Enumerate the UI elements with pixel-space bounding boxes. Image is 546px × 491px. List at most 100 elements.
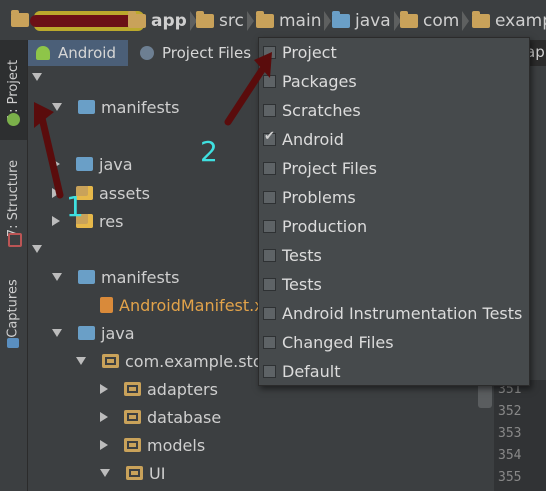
expand-arrow-icon[interactable]	[100, 412, 108, 422]
folder-icon	[196, 11, 214, 28]
line-number: 354	[498, 448, 522, 463]
project-folder-icon	[11, 10, 29, 27]
breadcrumb-com[interactable]: com	[400, 9, 470, 33]
tree-node-label: java	[101, 323, 135, 343]
camera-icon	[7, 338, 19, 348]
tree-node-label: adapters	[147, 379, 218, 399]
tree-node-label: manifests	[101, 97, 180, 117]
tree-node-label: database	[147, 407, 222, 427]
tree-node-label: java	[99, 154, 133, 174]
folder-icon	[78, 270, 95, 284]
menu-item-label: Android Instrumentation Tests	[282, 304, 523, 323]
package-icon	[102, 354, 119, 368]
checked-checkbox-icon[interactable]	[263, 129, 276, 146]
structure-icon	[8, 233, 22, 247]
breadcrumb-main[interactable]: main	[256, 9, 332, 33]
editor-gutter: 351 352 353 354 355	[494, 380, 546, 491]
package-icon	[400, 11, 418, 28]
menu-item-android-instrumentation-tests[interactable]: Android Instrumentation Tests	[263, 299, 525, 328]
module-folder-icon	[128, 11, 146, 28]
menu-item-tests[interactable]: Tests	[263, 270, 525, 299]
tree-node-androidmanifest-x[interactable]: AndroidManifest.x	[76, 294, 264, 316]
line-number: 353	[498, 426, 522, 441]
checkbox-icon[interactable]	[263, 191, 276, 204]
checkbox-icon[interactable]	[263, 336, 276, 349]
menu-item-default[interactable]: Default	[263, 357, 525, 386]
checkbox-icon[interactable]	[263, 278, 276, 291]
tree-node-java[interactable]: java	[52, 322, 135, 344]
collapse-arrow-icon[interactable]	[32, 73, 42, 81]
expand-arrow-icon[interactable]	[100, 440, 108, 450]
tree-node-adapters[interactable]: adapters	[100, 378, 218, 400]
menu-item-label: Problems	[282, 188, 356, 207]
tree-node-module[interactable]	[32, 238, 58, 260]
view-tab-android[interactable]: Android	[28, 40, 128, 66]
menu-item-label: Tests	[282, 275, 322, 294]
collapse-arrow-icon[interactable]	[52, 329, 62, 337]
project-files-icon	[140, 46, 154, 60]
package-icon	[124, 410, 141, 424]
redaction-mark	[30, 15, 142, 27]
tree-node-label: assets	[99, 183, 150, 203]
annotation-label-1: 1	[66, 190, 84, 223]
folder-icon	[256, 11, 274, 28]
breadcrumb-app[interactable]: app	[128, 9, 197, 33]
breadcrumb-example[interactable]: exampl	[472, 9, 546, 33]
tree-node-label: manifests	[101, 267, 180, 287]
manifest-file-icon	[100, 297, 113, 313]
package-icon	[472, 11, 490, 28]
menu-item-label: Changed Files	[282, 333, 394, 352]
tab-captures[interactable]: Captures	[0, 268, 27, 348]
checkbox-icon[interactable]	[263, 162, 276, 175]
menu-item-project-files[interactable]: Project Files	[263, 154, 525, 183]
package-icon	[124, 382, 141, 396]
menu-item-label: Scratches	[282, 101, 361, 120]
menu-item-tests[interactable]: Tests	[263, 241, 525, 270]
tree-node-ui[interactable]: UI	[100, 462, 165, 484]
menu-item-label: Tests	[282, 246, 322, 265]
collapse-arrow-icon[interactable]	[100, 469, 110, 477]
menu-item-project[interactable]: Project	[263, 38, 525, 67]
tree-node-label: UI	[149, 463, 166, 483]
view-mode-menu: Project Packages Scratches Android Project F…	[258, 37, 530, 386]
checkbox-icon[interactable]	[263, 249, 276, 262]
menu-item-scratches[interactable]: Scratches	[263, 96, 525, 125]
menu-item-production[interactable]: Production	[263, 212, 525, 241]
checkbox-icon[interactable]	[263, 307, 276, 320]
package-icon	[124, 438, 141, 452]
navigation-bar: app src main java com exampl	[0, 0, 546, 41]
tree-node-label: models	[147, 435, 206, 455]
menu-item-label: Android	[282, 130, 344, 149]
collapse-arrow-icon[interactable]	[76, 357, 86, 365]
tree-node-module[interactable]	[32, 66, 58, 88]
folder-icon	[78, 326, 95, 340]
menu-item-problems[interactable]: Problems	[263, 183, 525, 212]
menu-item-label: Default	[282, 362, 341, 381]
tree-node-manifests[interactable]: manifests	[52, 266, 179, 288]
android-icon	[36, 46, 50, 60]
menu-item-label: Packages	[282, 72, 357, 91]
android-icon	[7, 113, 20, 126]
checkbox-icon[interactable]	[263, 220, 276, 233]
tree-node-label: AndroidManifest.x	[119, 295, 264, 315]
collapse-arrow-icon[interactable]	[32, 245, 42, 253]
source-folder-icon	[332, 11, 350, 28]
breadcrumb-src[interactable]: src	[196, 9, 254, 33]
tree-node-database[interactable]: database	[100, 406, 221, 428]
menu-item-label: Project	[282, 43, 337, 62]
line-number: 352	[498, 404, 522, 419]
menu-item-android[interactable]: Android	[263, 125, 525, 154]
package-icon	[126, 466, 143, 480]
tree-node-label: res	[99, 211, 124, 231]
annotation-label-2: 2	[200, 135, 218, 168]
menu-item-changed-files[interactable]: Changed Files	[263, 328, 525, 357]
breadcrumb-java[interactable]: java	[332, 9, 401, 33]
tree-node-models[interactable]: models	[100, 434, 205, 456]
collapse-arrow-icon[interactable]	[52, 273, 62, 281]
tree-node-com-example-stoc[interactable]: com.example.stoc	[76, 350, 271, 372]
menu-item-packages[interactable]: Packages	[263, 67, 525, 96]
menu-item-label: Production	[282, 217, 368, 236]
tree-node-label: com.example.stoc	[125, 351, 272, 371]
expand-arrow-icon[interactable]	[100, 384, 108, 394]
checkbox-icon[interactable]	[263, 365, 276, 378]
